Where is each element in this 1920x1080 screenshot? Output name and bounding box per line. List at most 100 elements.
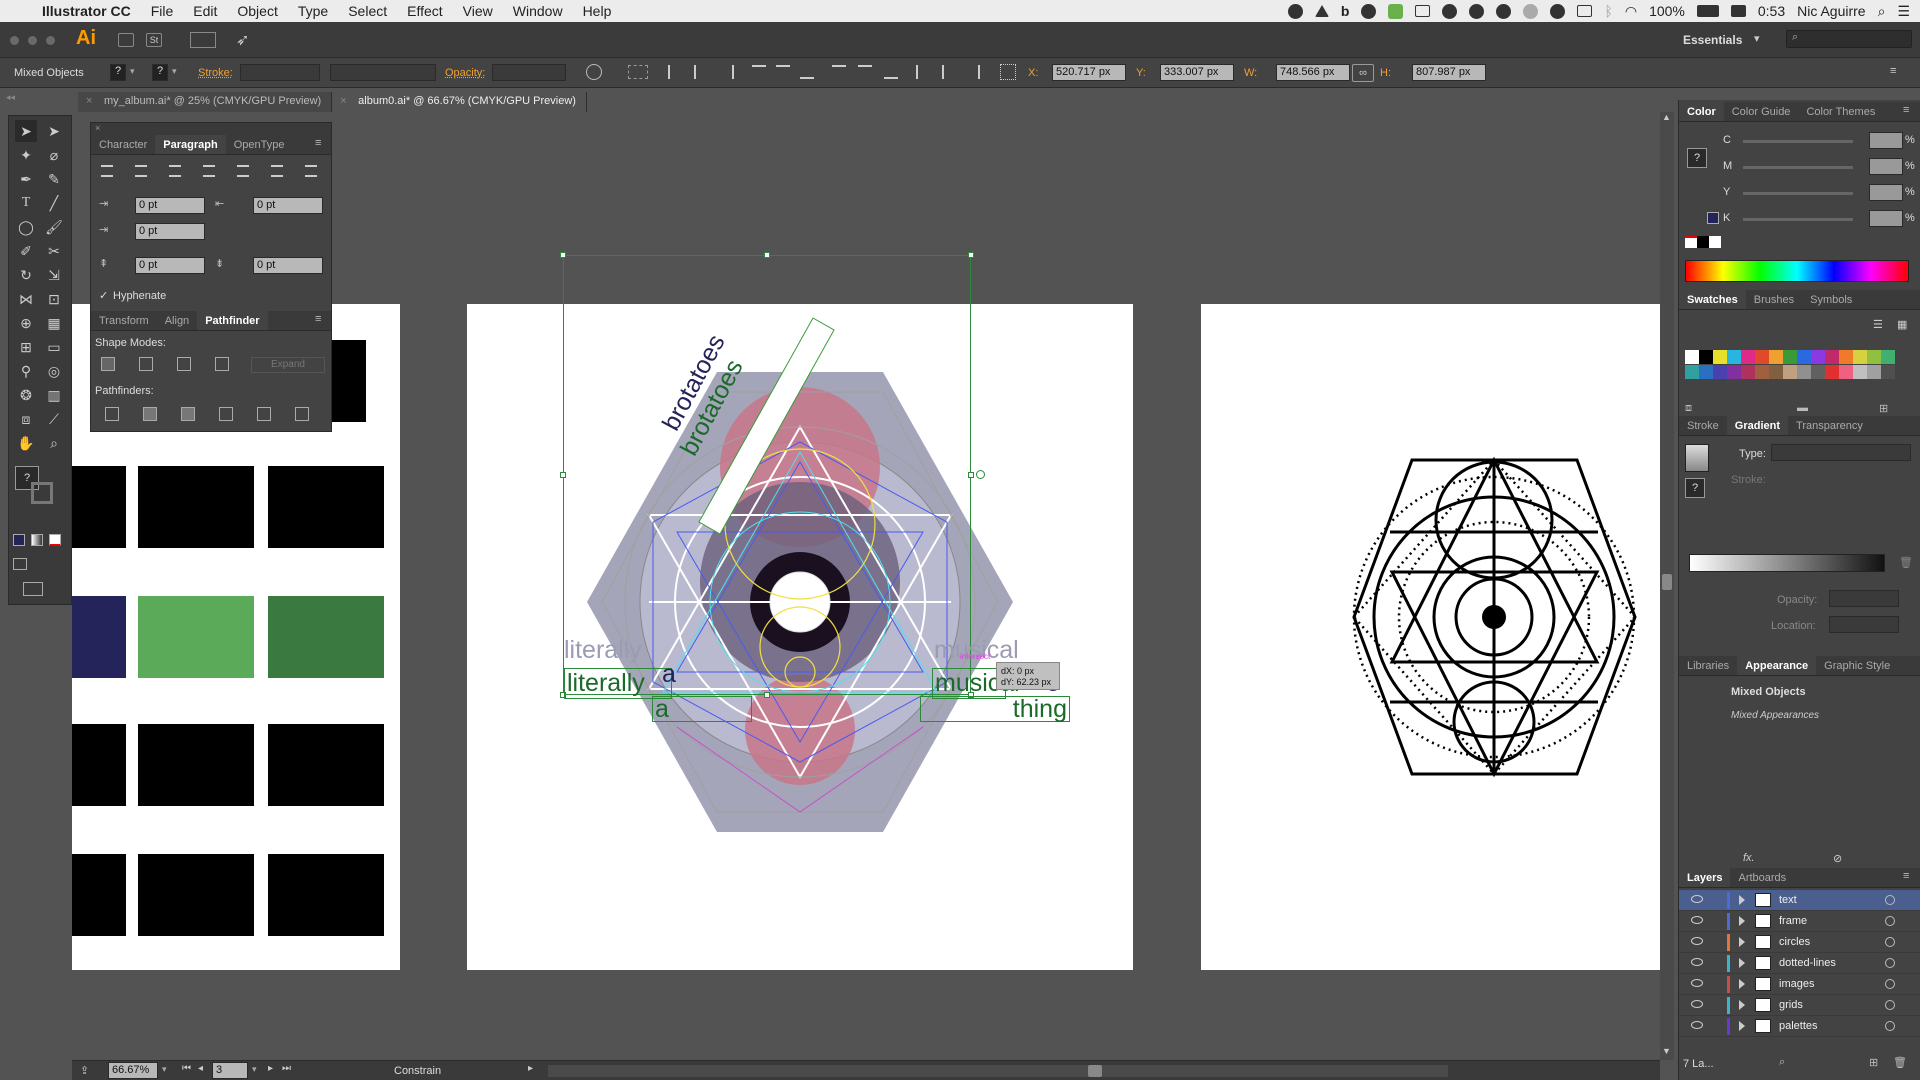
spotlight-search-icon[interactable]: ⌕ [1878,3,1886,20]
color-swatch[interactable] [1867,350,1881,364]
menu-window[interactable]: Window [503,3,573,19]
gradient-opacity-input[interactable] [1829,590,1899,607]
visibility-eye-icon[interactable] [1691,895,1703,903]
magic-wand-tool-icon[interactable]: ✦ [15,144,37,166]
link-proportions-icon[interactable]: ∞ [1352,64,1374,82]
tab-paragraph[interactable]: Paragraph [155,135,226,154]
justify-left-icon[interactable] [203,165,215,177]
layers-menu-icon[interactable]: ≡ [1903,870,1909,882]
scroll-up-icon[interactable]: ▲ [1662,112,1671,122]
black-swatch[interactable] [1697,236,1709,248]
shaper-tool-icon[interactable]: ✐ [15,240,37,262]
intersect-icon[interactable] [177,357,191,371]
column-graph-tool-icon[interactable]: ▥ [43,384,65,406]
swatch-grid[interactable] [1685,350,1905,394]
out-of-gamut-swatch[interactable] [1707,212,1719,224]
channel-m-slider[interactable] [1743,166,1853,169]
last-artboard-icon[interactable]: ⏭ [282,1063,291,1074]
align-center-icon[interactable] [135,165,147,177]
text-a-navy[interactable]: a [662,660,676,689]
layer-target-icon[interactable] [1885,895,1895,905]
outline-icon[interactable] [257,407,271,421]
prev-artboard-icon[interactable]: ◂ [198,1063,203,1074]
justify-all-icon[interactable] [305,165,317,177]
palette-block[interactable] [268,596,384,678]
color-swatch[interactable] [1811,365,1825,379]
color-swatch[interactable] [1685,350,1699,364]
color-swatch[interactable] [1797,365,1811,379]
layer-row[interactable]: grids [1679,995,1920,1016]
text-literally-gray[interactable]: literally [564,636,642,665]
new-layer-icon[interactable]: ⊞ [1869,1056,1878,1069]
palette-block[interactable] [138,596,254,678]
layer-row[interactable]: dotted-lines [1679,953,1920,974]
h-label[interactable]: H: [1380,67,1391,79]
color-swatch[interactable] [1853,365,1867,379]
w-input[interactable]: 748.566 px [1276,64,1350,81]
color-swatch[interactable] [1797,350,1811,364]
palette-block[interactable] [268,724,384,806]
recolor-icon[interactable] [586,64,602,80]
battery-icon[interactable] [1696,5,1719,17]
color-swatch[interactable] [1839,365,1853,379]
first-artboard-icon[interactable]: ⏮ [182,1063,191,1074]
slice-tool-icon[interactable]: ⟋ [43,408,65,430]
layer-target-icon[interactable] [1885,937,1895,947]
color-swatch[interactable] [1839,350,1853,364]
distribute-top-icon[interactable] [832,65,846,79]
zoom-input[interactable]: 66.67% [108,1062,158,1079]
channel-y-input[interactable] [1869,184,1903,201]
expand-layer-icon[interactable] [1739,1021,1745,1031]
color-swatch[interactable] [1755,350,1769,364]
selection-handle[interactable] [764,252,770,258]
fill-indicator[interactable]: ? [1687,148,1707,168]
channel-c-slider[interactable] [1743,140,1853,143]
close-tab-icon[interactable]: × [340,95,346,107]
x-label[interactable]: X: [1028,67,1038,79]
align-left-icon[interactable] [668,65,682,79]
align-to-selection-icon[interactable] [628,65,648,79]
menu-select[interactable]: Select [338,3,397,19]
channel-y-slider[interactable] [1743,192,1853,195]
selection-handle[interactable] [560,252,566,258]
tab-appearance[interactable]: Appearance [1737,656,1817,675]
align-right-icon[interactable] [169,165,181,177]
palette-block[interactable] [72,596,126,678]
wifi-icon[interactable]: ◠ [1625,3,1637,20]
status-mode-label[interactable]: Constrain [394,1065,441,1077]
distribute-vcenter-icon[interactable] [858,65,872,79]
menu-type[interactable]: Type [288,3,338,19]
selection-handle[interactable] [764,692,770,698]
palette-block[interactable] [72,854,126,936]
visibility-eye-icon[interactable] [1691,1021,1703,1029]
width-tool-icon[interactable]: ⋈ [15,288,37,310]
fill-swatch[interactable]: ? [110,64,126,81]
layer-row[interactable]: palettes [1679,1016,1920,1037]
status-menu-icon[interactable]: ▸ [528,1063,533,1074]
text-thing-green[interactable]: thing [920,696,1070,722]
tab-gradient[interactable]: Gradient [1726,416,1789,435]
layer-row[interactable]: text [1679,890,1920,911]
expand-layer-icon[interactable] [1739,979,1745,989]
type-tool-icon[interactable]: T [15,192,37,214]
distribute-left-icon[interactable] [916,65,930,79]
align-vcenter-icon[interactable] [776,65,790,79]
hyphenate-checkbox[interactable]: ✓ [99,289,108,302]
scissors-tool-icon[interactable]: ✂ [43,240,65,262]
minus-back-icon[interactable] [295,407,309,421]
divide-icon[interactable] [105,407,119,421]
user-name[interactable]: Nic Aguirre [1797,3,1865,19]
color-swatch[interactable] [1713,350,1727,364]
pen-tool-icon[interactable]: ✒ [15,168,37,190]
layer-row[interactable]: frame [1679,911,1920,932]
text-musical-green[interactable]: musical [932,668,1020,699]
color-swatch[interactable] [1713,365,1727,379]
zoom-tool-icon[interactable]: ⌕ [43,432,65,454]
hand-tool-icon[interactable]: ✋ [15,432,37,454]
close-tab-icon[interactable]: × [86,95,92,107]
layer-name[interactable]: grids [1779,999,1803,1011]
tab-layers[interactable]: Layers [1679,868,1731,887]
send-icon[interactable]: ➶ [236,30,249,50]
zoom-window-button[interactable] [46,36,55,45]
menu-view[interactable]: View [453,3,503,19]
